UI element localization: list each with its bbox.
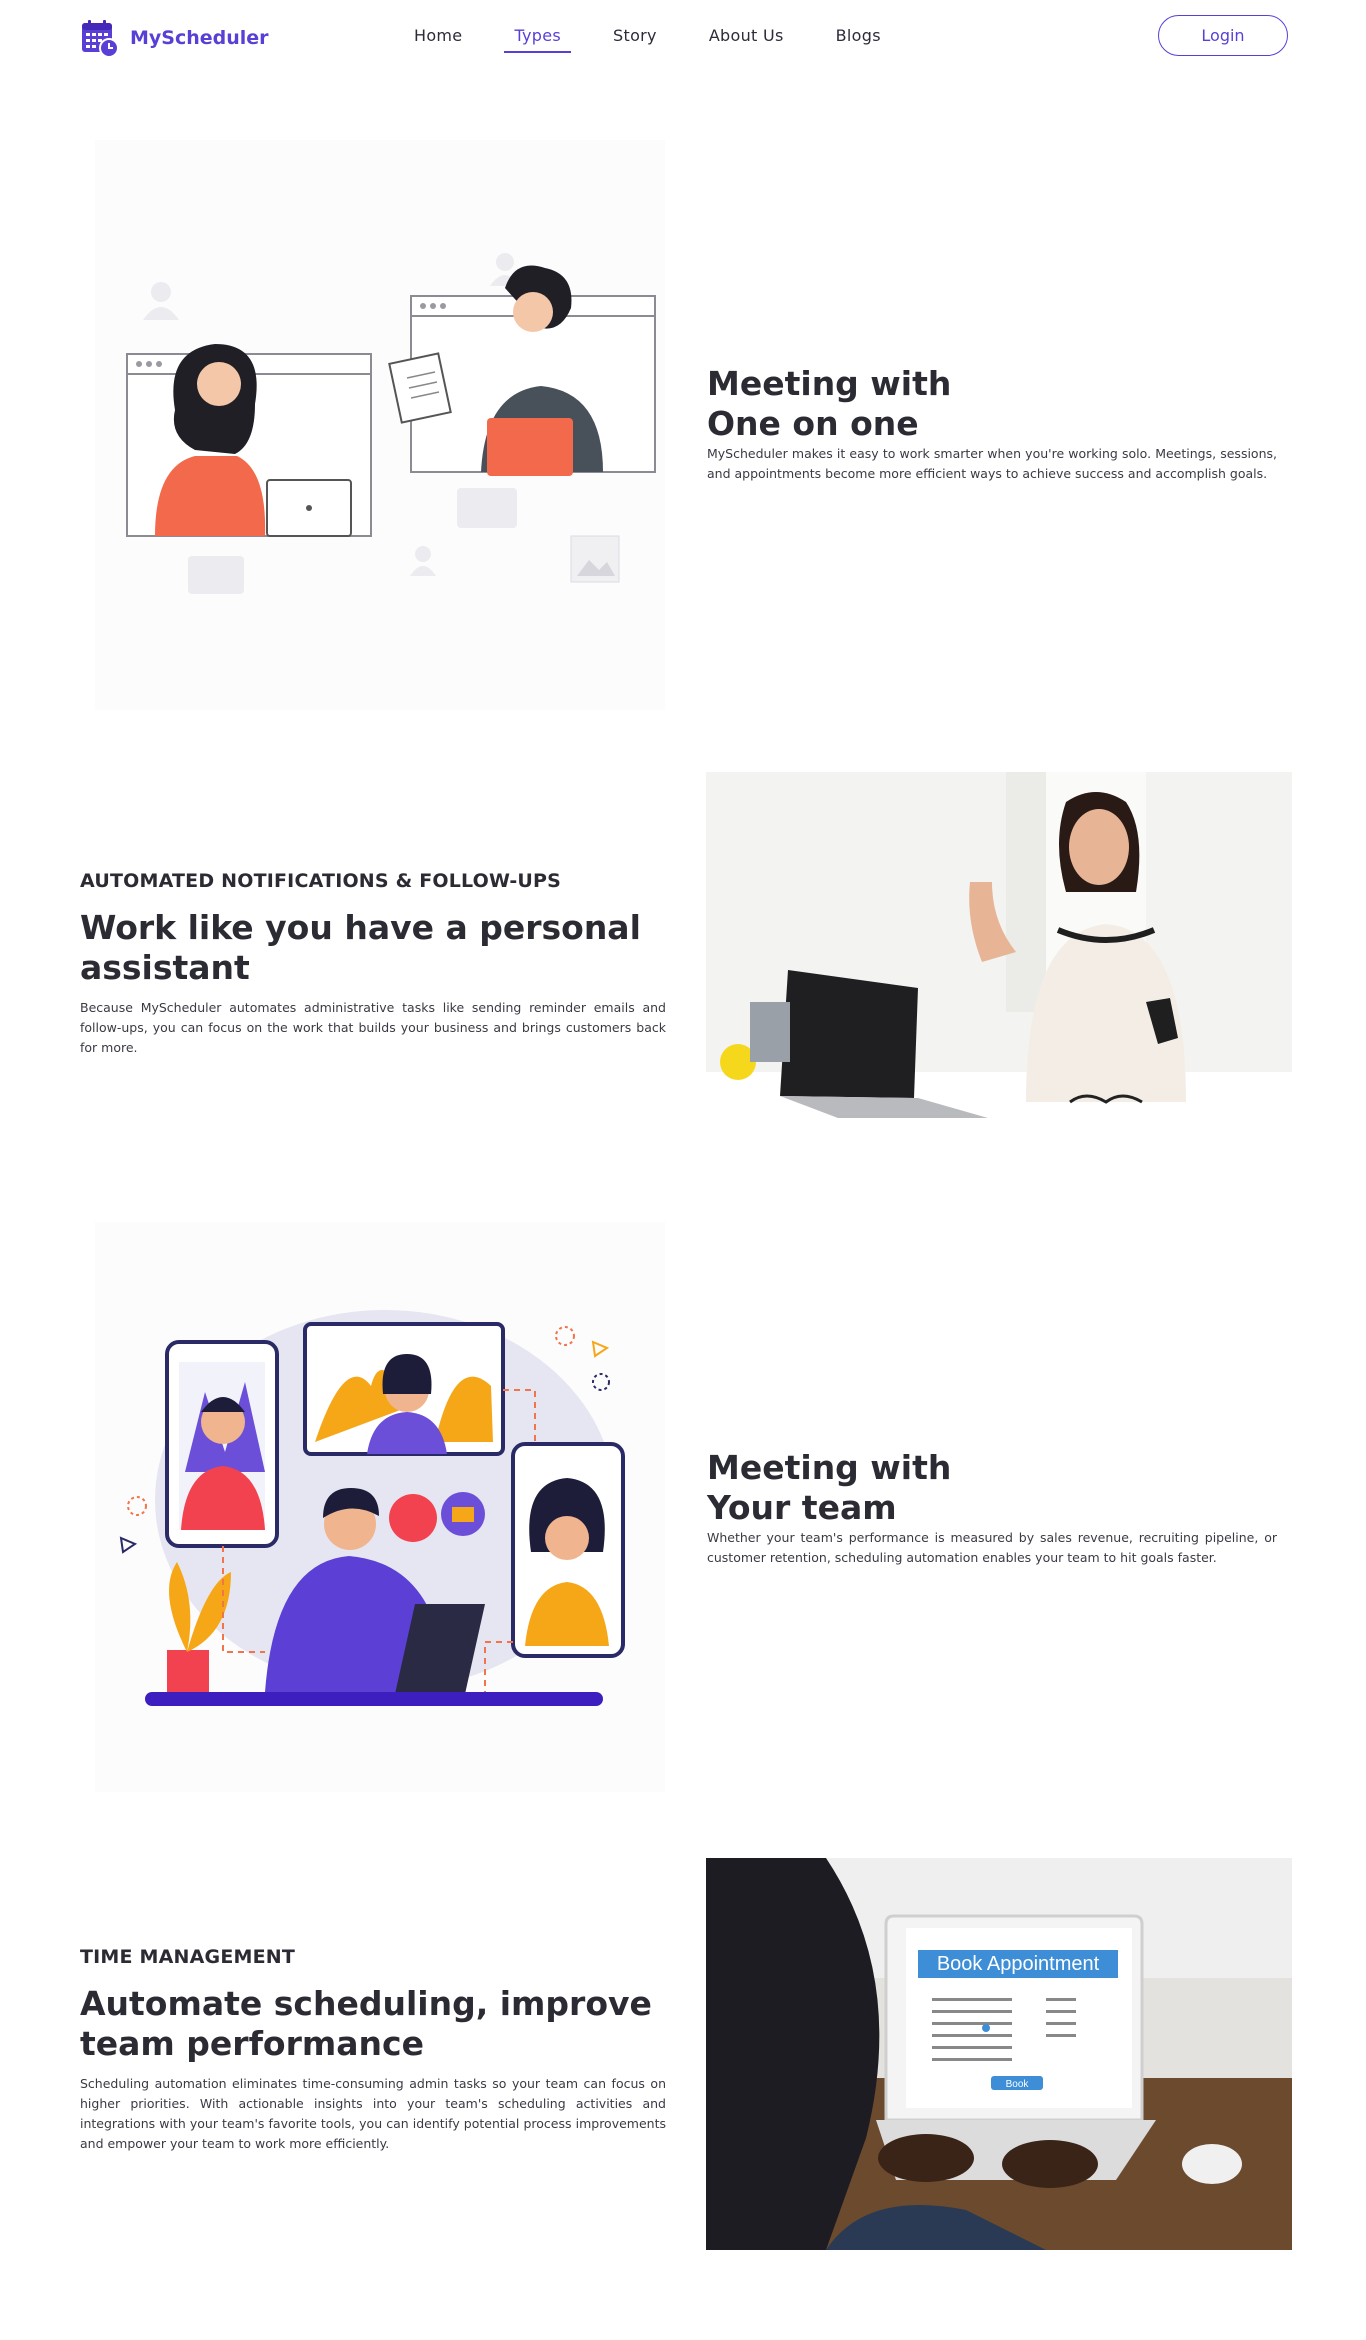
- brand[interactable]: MyScheduler: [80, 18, 269, 58]
- book-appointment-photo: Book Appointment Book: [706, 1858, 1292, 2250]
- screen-title: Book Appointment: [937, 1953, 1100, 1975]
- tablet-booking-image: Book Appointment Book: [706, 1858, 1292, 2250]
- video-call-illustration: [126, 253, 656, 594]
- section-two-kicker: AUTOMATED NOTIFICATIONS & FOLLOW-UPS: [80, 870, 562, 892]
- main-menu: Home Types Story About Us Blogs: [400, 26, 933, 53]
- section-one-description: MyScheduler makes it easy to work smarte…: [707, 446, 1277, 481]
- woman-laptop-image: [706, 772, 1292, 1160]
- section-four-kicker: TIME MANAGEMENT: [80, 1946, 296, 1968]
- brand-name: MyScheduler: [130, 27, 269, 49]
- woman-waving-laptop-photo: [706, 772, 1292, 1160]
- section-four-description: Scheduling automation eliminates time-co…: [80, 2076, 666, 2151]
- team-meeting-illustration: [95, 1222, 665, 1792]
- nav-types[interactable]: Types: [504, 26, 572, 53]
- nav-home[interactable]: Home: [414, 26, 462, 53]
- section-three-title-line1: Meeting with: [707, 1448, 952, 1487]
- team-video-call-illustration: [119, 1310, 625, 1706]
- nav-blogs[interactable]: Blogs: [836, 26, 881, 53]
- section-three-description: Whether your team's performance is measu…: [707, 1530, 1277, 1565]
- calendar-clock-icon: [82, 20, 119, 58]
- section-one-title-line2: One on one: [707, 404, 919, 443]
- section-one-title-line1: Meeting with: [707, 364, 952, 403]
- section-four-text: TIME MANAGEMENT Automate scheduling, imp…: [80, 1946, 666, 2154]
- screen-book-button: Book: [1006, 2079, 1030, 2090]
- section-personal-assistant: AUTOMATED NOTIFICATIONS & FOLLOW-UPS Wor…: [0, 770, 1366, 1160]
- section-one-text: Meeting with One on one MyScheduler make…: [707, 364, 1277, 484]
- section-one-on-one: Meeting with One on one MyScheduler make…: [0, 140, 1366, 710]
- one-on-one-illustration: [95, 140, 665, 710]
- section-time-management: TIME MANAGEMENT Automate scheduling, imp…: [0, 1856, 1366, 2250]
- section-three-text: Meeting with Your team Whether your team…: [707, 1448, 1277, 1568]
- section-two-description: Because MyScheduler automates administra…: [80, 1000, 666, 1055]
- section-your-team: Meeting with Your team Whether your team…: [0, 1222, 1366, 1792]
- section-two-text: AUTOMATED NOTIFICATIONS & FOLLOW-UPS Wor…: [80, 870, 666, 1058]
- top-navbar: MyScheduler Home Types Story About Us Bl…: [0, 0, 1366, 76]
- nav-about-us[interactable]: About Us: [709, 26, 784, 53]
- nav-story[interactable]: Story: [613, 26, 657, 53]
- section-three-title-line2: Your team: [707, 1488, 897, 1527]
- section-four-title: Automate scheduling, improve team perfor…: [80, 1984, 652, 2063]
- login-button[interactable]: Login: [1158, 15, 1288, 56]
- section-two-title: Work like you have a personal assistant: [80, 908, 641, 987]
- section-one-title: Meeting with One on one: [707, 364, 1277, 444]
- section-three-title: Meeting with Your team: [707, 1448, 1277, 1528]
